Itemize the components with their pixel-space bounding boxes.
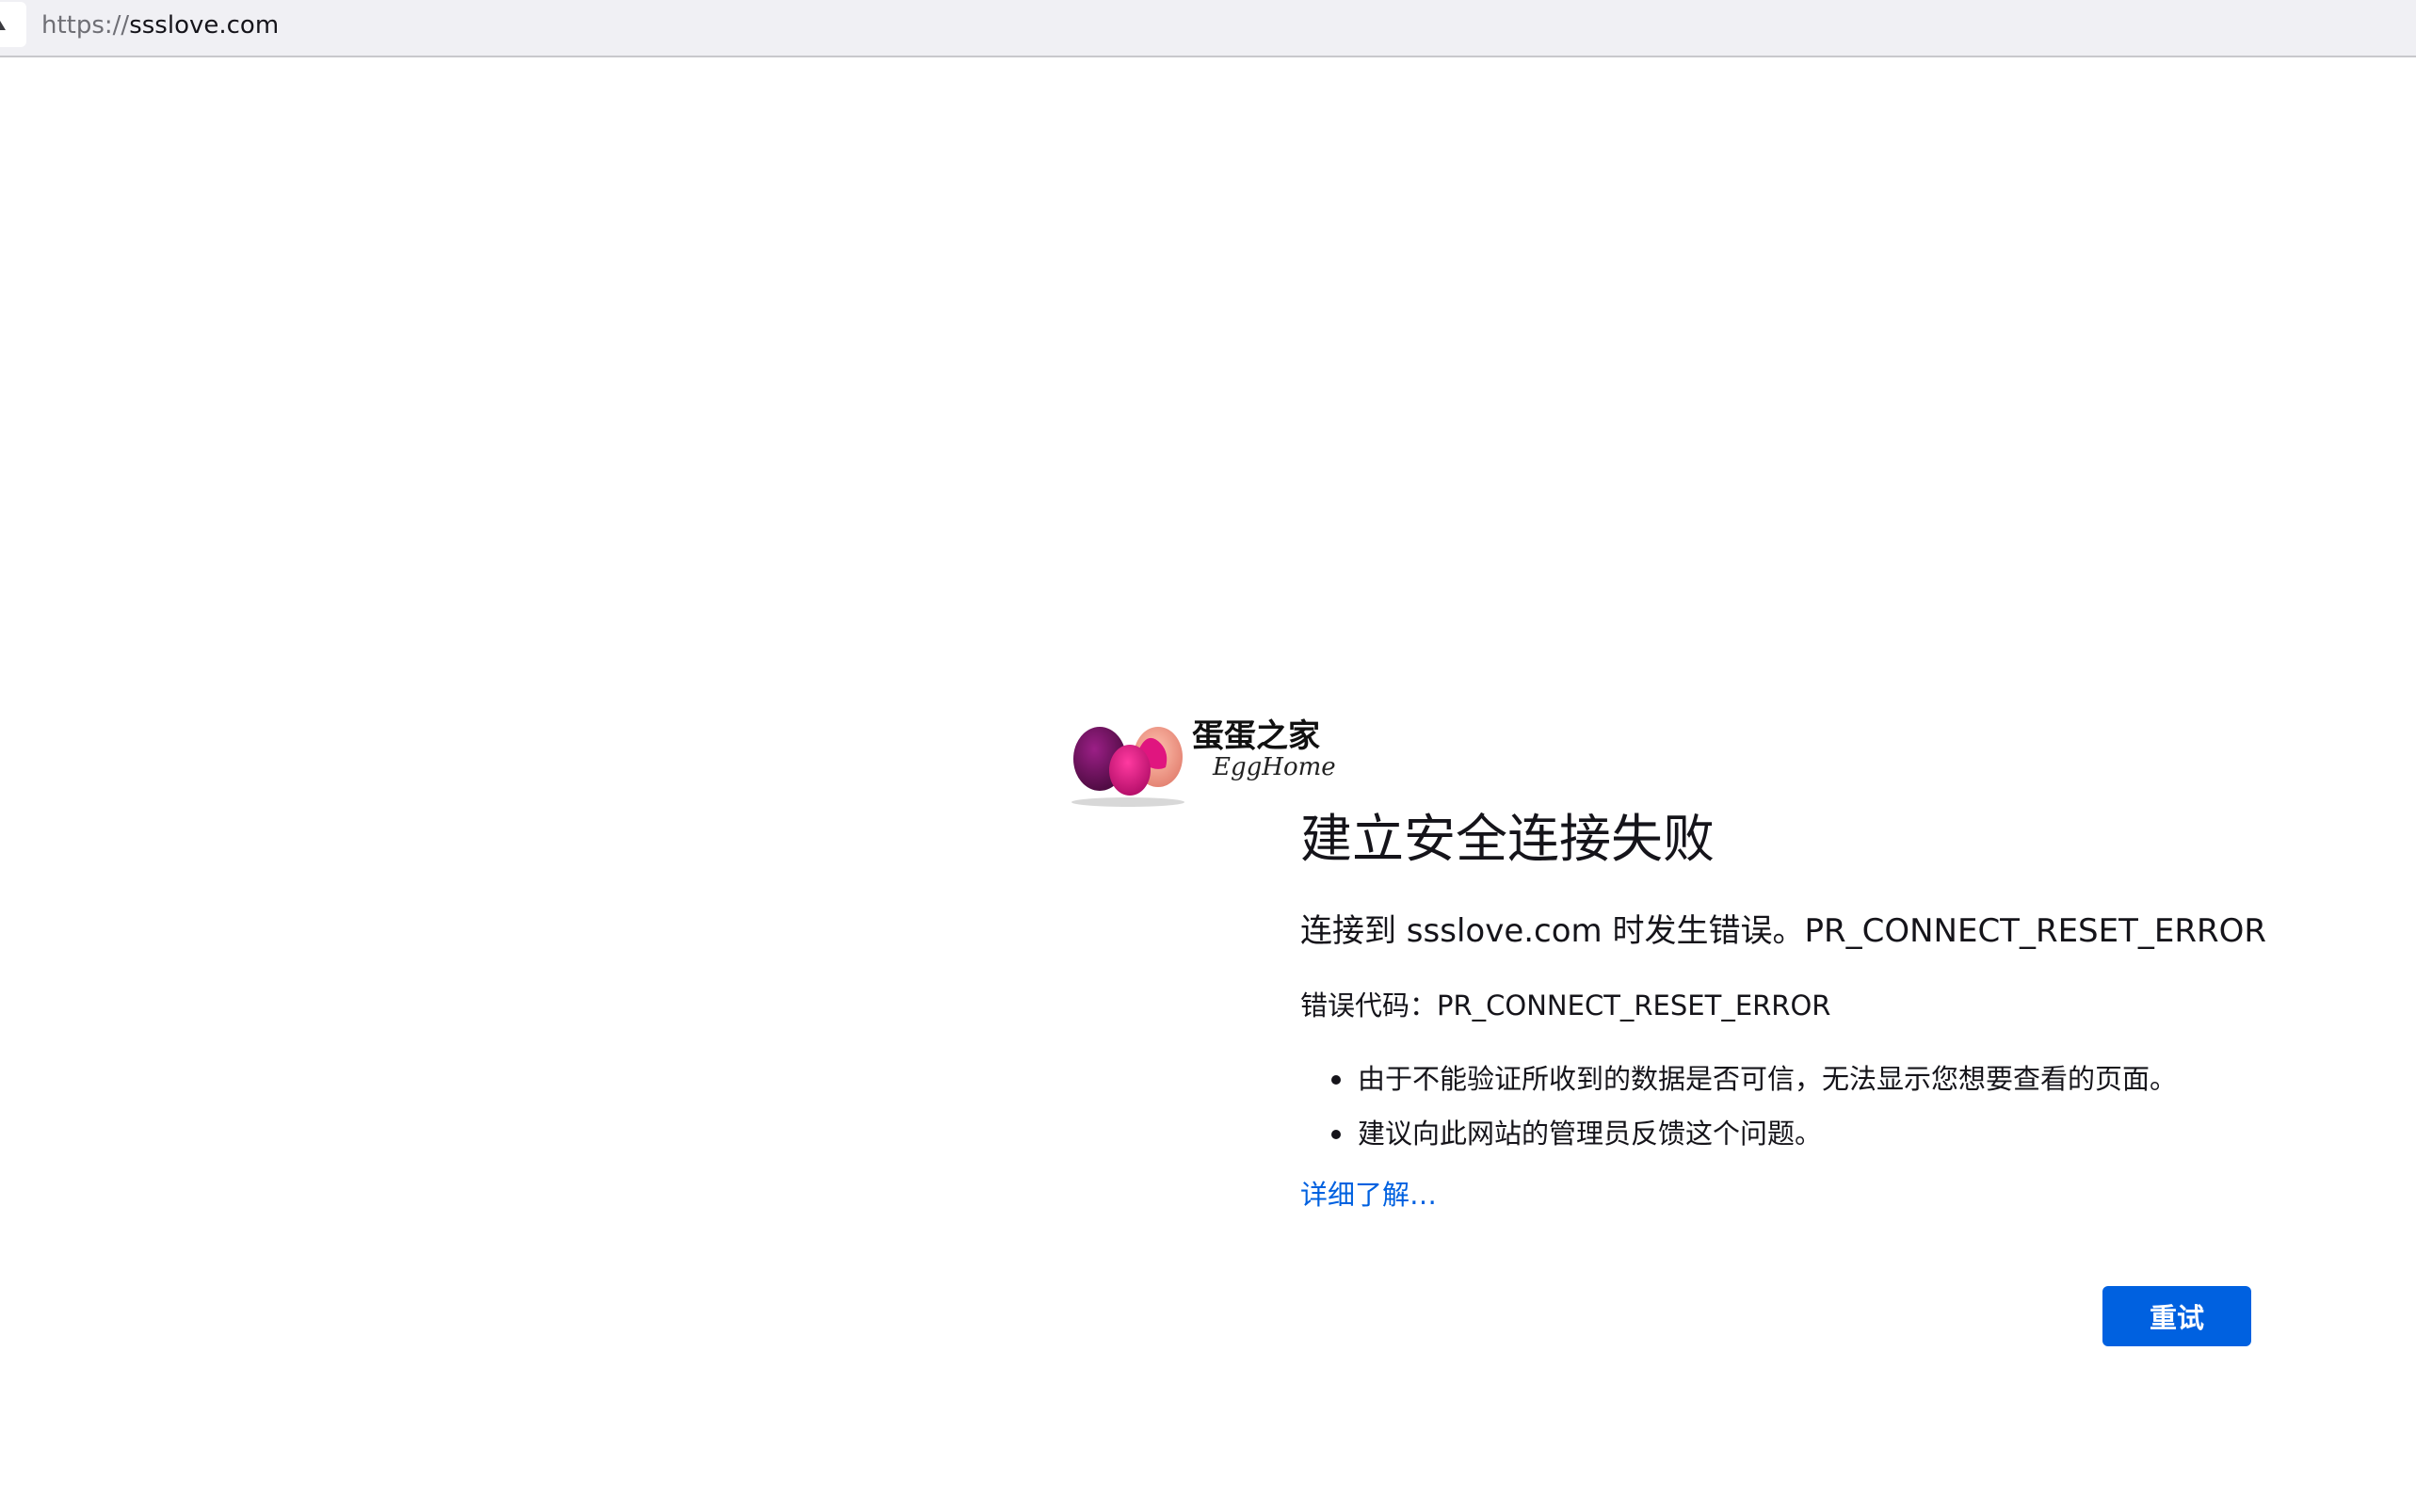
list-item: 建议向此网站的管理员反馈这个问题。	[1300, 1106, 2177, 1161]
logo-chinese-text: 蛋蛋之家	[1192, 717, 1320, 755]
logo-english-text: EggHome	[1213, 753, 1336, 781]
error-title: 建立安全连接失败	[1300, 809, 1715, 869]
error-code-line: 错误代码：PR_CONNECT_RESET_ERROR	[1300, 988, 1830, 1023]
error-code-label: 错误代码：	[1300, 989, 1438, 1021]
url-host: ssslove.com	[129, 11, 280, 40]
site-logo: 蛋蛋之家 EggHome	[1071, 716, 1336, 808]
url-bar[interactable]: https://ssslove.com	[0, 0, 2416, 57]
url-scheme: https://	[41, 11, 130, 40]
error-content: 建立安全连接失败 连接到 ssslove.com 时发生错误。PR_CONNEC…	[1300, 805, 2266, 1211]
learn-more-link[interactable]: 详细了解…	[1300, 1177, 1437, 1213]
retry-button[interactable]: 重试	[2102, 1286, 2251, 1346]
url-text[interactable]: https://ssslove.com	[41, 9, 279, 41]
error-code-value[interactable]: PR_CONNECT_RESET_ERROR	[1437, 989, 1830, 1021]
warning-lock-icon[interactable]	[0, 17, 11, 34]
egg-logo-icon	[1071, 727, 1184, 807]
list-item: 由于不能验证所收到的数据是否可信，无法显示您想要查看的页面。	[1300, 1052, 2177, 1106]
error-bullets: 由于不能验证所收到的数据是否可信，无法显示您想要查看的页面。 建议向此网站的管理…	[1300, 1052, 2177, 1161]
error-description: 连接到 ssslove.com 时发生错误。PR_CONNECT_RESET_E…	[1300, 912, 2267, 950]
